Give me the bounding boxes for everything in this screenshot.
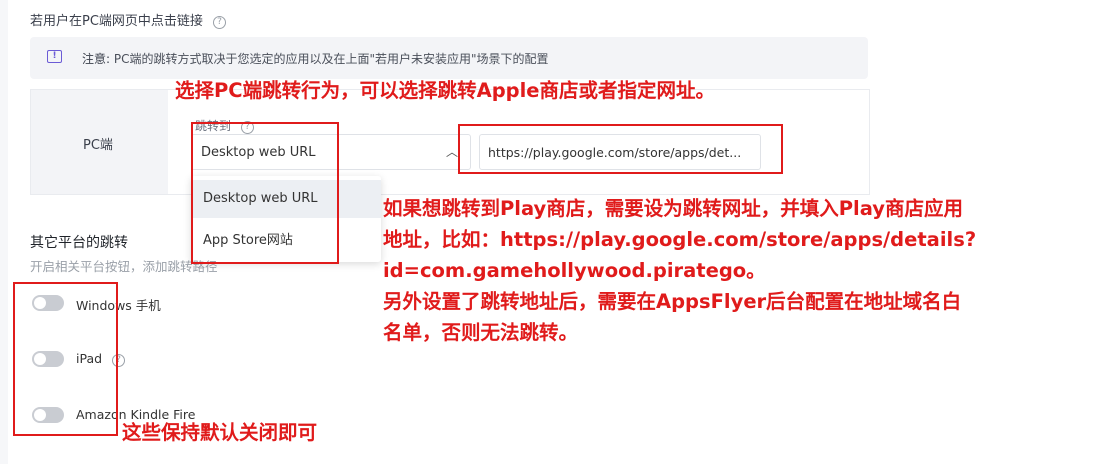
help-icon[interactable]: ?	[213, 16, 227, 29]
annotation-line: 另外设置了跳转地址后，需要在AppsFlyer后台配置在地址域名白	[383, 290, 962, 313]
annotation-box-dropdown	[191, 122, 339, 264]
annotation-keep-off: 这些保持默认关闭即可	[122, 421, 318, 444]
annotation-box-toggles	[13, 282, 118, 436]
section-title-text: 若用户在PC端网页中点击链接	[30, 14, 203, 29]
left-edge-strip	[0, 0, 8, 464]
annotation-box-url	[458, 124, 783, 174]
section-title: 若用户在PC端网页中点击链接 ?	[30, 10, 227, 29]
pc-label-cell: PC端	[31, 90, 168, 194]
annotation-line: id=com.gamehollywood.piratego。	[383, 259, 766, 282]
annotation-line: 如果想跳转到Play商店，需要设为跳转网址，并填入Play商店应用	[383, 197, 963, 220]
annotation-line: 地址，比如：https://play.google.com/store/apps…	[383, 228, 977, 251]
message-alert-icon: !	[47, 50, 62, 63]
notice-body: PC端的跳转方式取决于您选定的应用以及在上面"若用户未安装应用"场景下的配置	[110, 52, 549, 66]
annotation-pc-behavior: 选择PC端跳转行为，可以选择跳转Apple商店或者指定网址。	[175, 79, 716, 102]
annotation-play-store: 如果想跳转到Play商店，需要设为跳转网址，并填入Play商店应用 地址，比如：…	[383, 193, 1099, 348]
other-platforms-subtitle: 开启相关平台按钮，添加跳转路径	[30, 259, 218, 274]
annotation-line: 名单，否则无法跳转。	[383, 321, 579, 344]
chevron-up-icon: ︿	[445, 145, 458, 159]
notice-prefix: 注意:	[82, 52, 111, 66]
other-platforms-title: 其它平台的跳转	[30, 235, 128, 251]
pc-row-label: PC端	[83, 138, 113, 153]
notice-text: 注意: PC端的跳转方式取决于您选定的应用以及在上面"若用户未安装应用"场景下的…	[82, 50, 549, 67]
notice-banner: ! 注意: PC端的跳转方式取决于您选定的应用以及在上面"若用户未安装应用"场景…	[30, 37, 868, 79]
